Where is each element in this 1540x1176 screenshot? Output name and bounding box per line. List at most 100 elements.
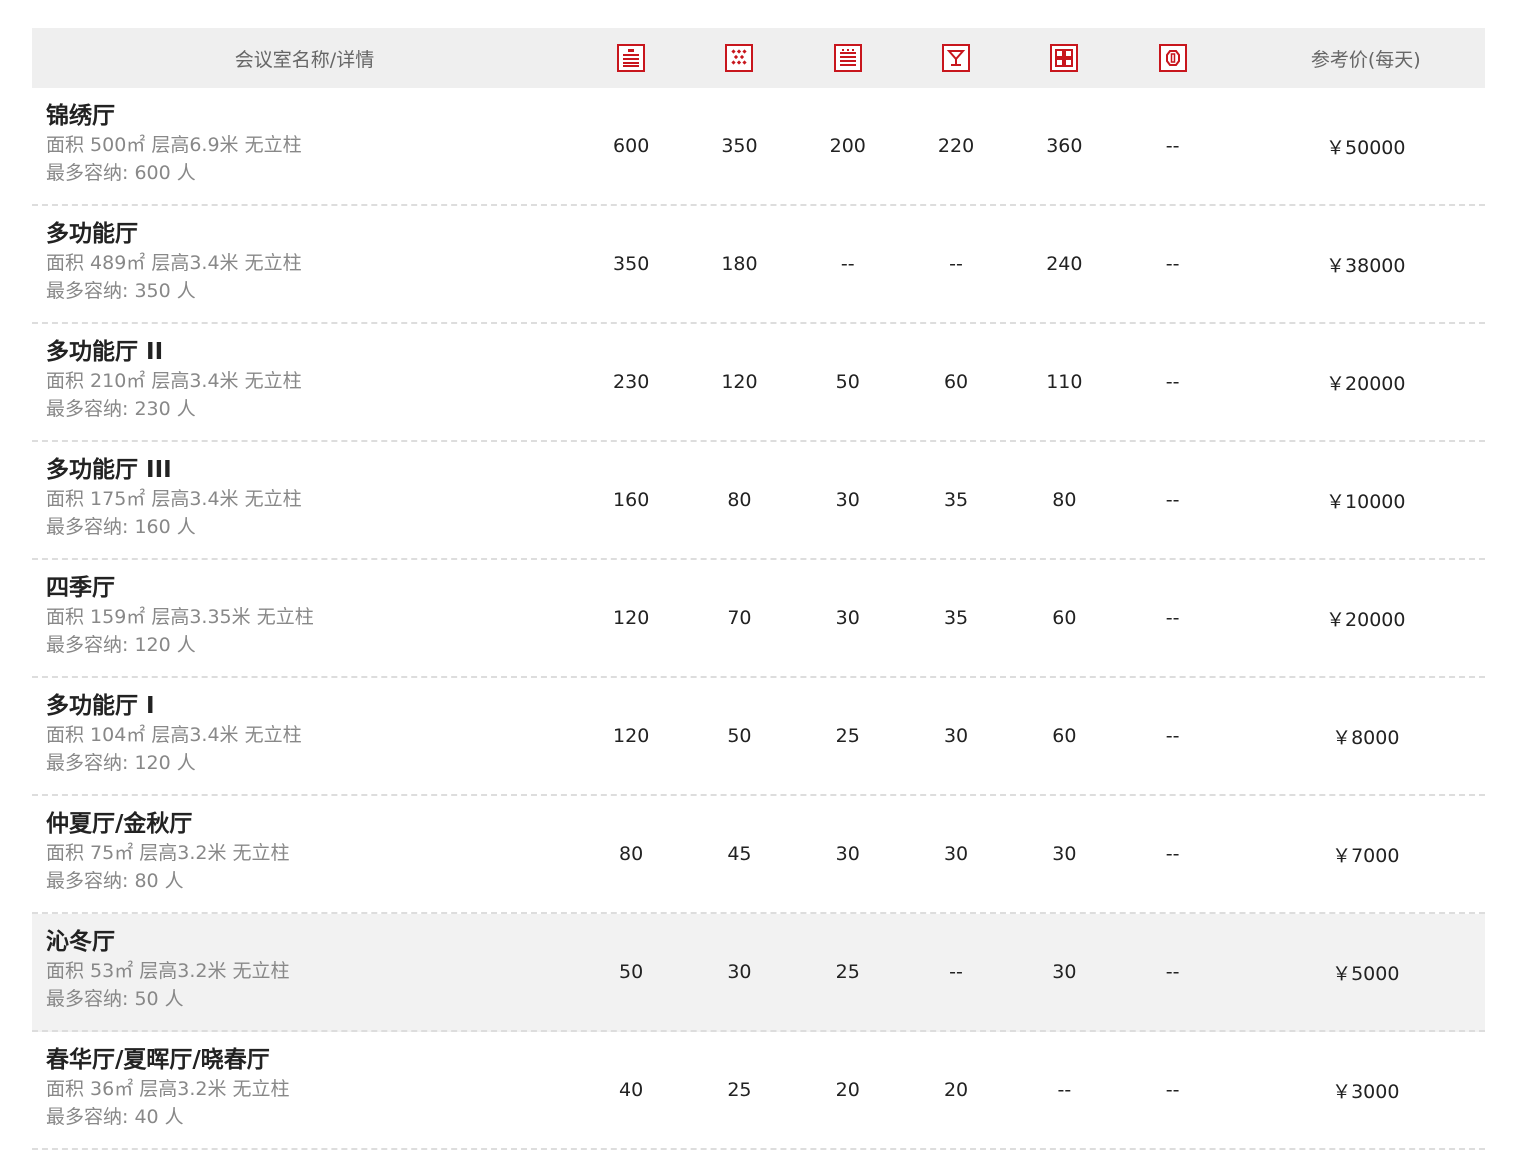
table-header: 会议室名称/详情 参考价(每天) xyxy=(32,28,1485,88)
header-name-label: 会议室名称/详情 xyxy=(234,48,375,71)
u-shape-capacity: 30 xyxy=(1052,961,1077,983)
theater-capacity: 350 xyxy=(613,253,650,275)
classroom-capacity: 200 xyxy=(829,135,866,157)
u-shape-capacity: 240 xyxy=(1046,253,1083,275)
room-info: 锦绣厅 面积 500㎡ 层高6.9米 无立柱 最多容纳: 600 人 xyxy=(32,103,577,187)
room-info: 多功能厅 III 面积 175㎡ 层高3.4米 无立柱 最多容纳: 160 人 xyxy=(32,457,577,541)
boardroom-capacity: -- xyxy=(1165,961,1180,983)
theater-capacity: 600 xyxy=(613,135,650,157)
room-name: 沁冬厅 xyxy=(46,929,115,955)
cocktail-capacity: 35 xyxy=(943,607,969,629)
cocktail-capacity: -- xyxy=(949,253,963,275)
theater-capacity: 230 xyxy=(613,371,650,393)
room-detail: 面积 175㎡ 层高3.4米 无立柱 xyxy=(46,488,302,510)
room-info: 沁冬厅面积 53㎡ 层高3.2米 无立柱 最多容纳: 50 人 xyxy=(32,929,577,1013)
room-capacity: 最多容纳: 600 人 xyxy=(46,162,196,184)
cocktail-layout-icon xyxy=(942,44,971,72)
boardroom-capacity: -- xyxy=(1165,489,1180,511)
boardroom-capacity: -- xyxy=(1165,725,1180,747)
room-name: 四季厅 xyxy=(46,575,115,601)
table-row: 春华厅/夏晖厅/晓春厅 面积 36㎡ 层高3.2米 无立柱 最多容纳: 40 人 40… xyxy=(32,1032,1485,1150)
room-info: 多功能厅 II 面积 210㎡ 层高3.4米 无立柱 最多容纳: 230 人 xyxy=(32,339,577,423)
header-price-label: 参考价(每天) xyxy=(1310,48,1421,71)
room-name: 仲夏厅/金秋厅 xyxy=(46,811,193,837)
room-info: 多功能厅面积 489㎡ 层高3.4米 无立柱 最多容纳: 350 人 xyxy=(32,221,577,305)
theater-capacity: 160 xyxy=(613,489,650,511)
header-cocktail xyxy=(902,44,1010,72)
room-detail: 面积 36㎡ 层高3.2米 无立柱 xyxy=(46,1078,290,1100)
room-price: ￥20000 xyxy=(1326,372,1406,395)
room-rows: 锦绣厅 面积 500㎡ 层高6.9米 无立柱 最多容纳: 600 人 600 350 20… xyxy=(32,88,1485,1150)
table-row: 多功能厅 III 面积 175㎡ 层高3.4米 无立柱 最多容纳: 160 人 160… xyxy=(32,442,1485,560)
u-shape-capacity: 60 xyxy=(1052,725,1077,747)
room-detail: 面积 489㎡ 层高3.4米 无立柱 xyxy=(46,252,302,274)
boardroom-capacity: -- xyxy=(1165,253,1180,275)
banquet-capacity: 25 xyxy=(727,1079,752,1101)
boardroom-capacity: -- xyxy=(1165,135,1180,157)
header-theater xyxy=(577,44,685,72)
banquet-layout-icon xyxy=(725,44,754,72)
room-detail: 面积 53㎡ 层高3.2米 无立柱 xyxy=(46,960,290,982)
banquet-capacity: 30 xyxy=(727,961,752,983)
room-detail: 面积 159㎡ 层高3.35米 无立柱 xyxy=(46,606,314,628)
boardroom-capacity: -- xyxy=(1165,371,1180,393)
room-name: 多功能厅 xyxy=(46,221,138,247)
table-row: 沁冬厅 面积 53㎡ 层高3.2米 无立柱 最多容纳: 50 人 50 30 25 -- 30… xyxy=(32,914,1485,1032)
classroom-capacity: 50 xyxy=(835,371,860,393)
theater-capacity: 80 xyxy=(619,843,644,865)
classroom-capacity: 30 xyxy=(835,489,860,511)
u-shape-capacity: 60 xyxy=(1052,607,1077,629)
header-banquet xyxy=(685,44,793,72)
room-capacity: 最多容纳: 230 人 xyxy=(46,398,196,420)
cocktail-capacity: 20 xyxy=(943,1079,969,1101)
table-row: 多功能厅 I 面积 104㎡ 层高3.4米 无立柱 最多容纳: 120 人 120 50… xyxy=(32,678,1485,796)
cocktail-capacity: 220 xyxy=(937,135,975,157)
banquet-capacity: 45 xyxy=(727,843,752,865)
banquet-capacity: 180 xyxy=(721,253,758,275)
room-capacity: 最多容纳: 120 人 xyxy=(46,634,196,656)
cocktail-capacity: -- xyxy=(949,961,963,983)
room-capacity: 最多容纳: 80 人 xyxy=(46,870,184,892)
classroom-layout-icon xyxy=(833,44,862,72)
banquet-capacity: 80 xyxy=(727,489,752,511)
header-classroom xyxy=(794,44,902,72)
banquet-capacity: 70 xyxy=(727,607,752,629)
room-detail: 面积 500㎡ 层高6.9米 无立柱 xyxy=(46,134,302,156)
u-shape-layout-icon xyxy=(1050,44,1079,72)
banquet-capacity: 50 xyxy=(727,725,752,747)
header-u-shape xyxy=(1010,44,1118,72)
cocktail-capacity: 30 xyxy=(943,843,969,865)
boardroom-capacity: -- xyxy=(1165,1079,1180,1101)
banquet-capacity: 350 xyxy=(721,135,758,157)
room-price: ￥5000 xyxy=(1332,962,1400,985)
boardroom-capacity: -- xyxy=(1165,843,1180,865)
room-capacity: 最多容纳: 120 人 xyxy=(46,752,196,774)
room-price: ￥8000 xyxy=(1332,726,1400,749)
room-price: ￥3000 xyxy=(1332,1080,1400,1103)
theater-capacity: 50 xyxy=(619,961,644,983)
boardroom-layout-icon xyxy=(1158,44,1187,72)
room-info: 四季厅面积 159㎡ 层高3.35米 无立柱 最多容纳: 120 人 xyxy=(32,575,577,659)
banquet-capacity: 120 xyxy=(721,371,758,393)
room-info: 多功能厅 I 面积 104㎡ 层高3.4米 无立柱 最多容纳: 120 人 xyxy=(32,693,577,777)
room-capacity: 最多容纳: 50 人 xyxy=(46,988,184,1010)
theater-capacity: 40 xyxy=(619,1079,644,1101)
room-price: ￥7000 xyxy=(1332,844,1400,867)
cocktail-capacity: 60 xyxy=(943,371,969,393)
room-name: 春华厅/夏晖厅/晓春厅 xyxy=(46,1047,270,1073)
meeting-room-table: 会议室名称/详情 参考价(每天) 锦绣厅 面积 500㎡ 层高6.9米 无立柱 … xyxy=(32,28,1485,1150)
table-row: 四季厅 面积 159㎡ 层高3.35米 无立柱 最多容纳: 120 人 120 70 30… xyxy=(32,560,1485,678)
u-shape-capacity: 30 xyxy=(1052,843,1077,865)
theater-capacity: 120 xyxy=(613,607,650,629)
header-boardroom xyxy=(1118,44,1226,72)
theater-capacity: 120 xyxy=(613,725,650,747)
table-row: 多功能厅 II 面积 210㎡ 层高3.4米 无立柱 最多容纳: 230 人 230 1… xyxy=(32,324,1485,442)
room-detail: 面积 210㎡ 层高3.4米 无立柱 xyxy=(46,370,302,392)
room-price: ￥20000 xyxy=(1326,608,1406,631)
room-capacity: 最多容纳: 350 人 xyxy=(46,280,196,302)
room-price: ￥50000 xyxy=(1326,136,1406,159)
room-name: 多功能厅 I xyxy=(46,693,155,719)
room-price: ￥38000 xyxy=(1326,254,1406,277)
room-name: 多功能厅 III xyxy=(46,457,172,483)
u-shape-capacity: 110 xyxy=(1046,371,1083,393)
